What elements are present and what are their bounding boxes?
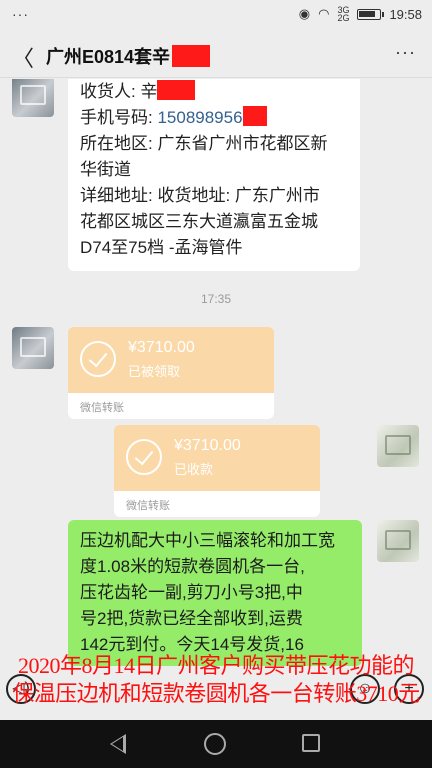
nav-back-icon[interactable] xyxy=(110,734,126,754)
wifi-icon: ◠ xyxy=(318,6,330,21)
check-circle-icon xyxy=(80,341,116,377)
address-message-bubble[interactable]: 收货人: 辛 手机号码: 150898956 所在地区: 广东省广州市花都区新 … xyxy=(68,79,360,271)
status-bar: ··· ◉ ◠ 3G 2G 19:58 xyxy=(0,0,432,30)
nav-recent-apps-icon[interactable] xyxy=(302,734,320,752)
redaction-box xyxy=(242,106,267,126)
chat-header: 〈 广州E0814套辛 ··· xyxy=(0,30,432,78)
nav-home-icon[interactable] xyxy=(204,733,226,755)
back-button[interactable]: 〈 xyxy=(12,41,34,73)
order-message-bubble[interactable]: 压边机配大中小三幅滚轮和加工宽 度1.08米的短款卷圆机各一台, 压花齿轮一副,… xyxy=(68,520,362,666)
overlay-caption: 2020年8月14日广州客户购买带压花功能的 保温压边机和短款卷圆机各一台转账3… xyxy=(12,653,420,706)
clock: 19:58 xyxy=(389,6,422,22)
battery-icon xyxy=(357,8,385,20)
message-timestamp: 17:35 xyxy=(200,292,232,306)
redaction-box xyxy=(172,45,211,67)
chat-area[interactable]: 收货人: 辛 手机号码: 150898956 所在地区: 广东省广州市花都区新 … xyxy=(0,79,432,720)
transfer-footer: 微信转账 xyxy=(114,491,320,517)
transfer-status: 已收款 xyxy=(174,462,214,477)
my-avatar[interactable] xyxy=(377,520,419,562)
transfer-card-collected[interactable]: ¥3710.00 已收款 微信转账 xyxy=(114,425,320,517)
redaction-box xyxy=(157,80,196,100)
phone-link[interactable]: 150898956 xyxy=(157,108,242,127)
more-options-button[interactable]: ··· xyxy=(395,42,416,63)
status-icons: ◉ ◠ 3G 2G 19:58 xyxy=(298,5,422,23)
battery-fill xyxy=(359,10,376,17)
contact-avatar[interactable] xyxy=(12,327,54,369)
notification-dots-icon: ··· xyxy=(12,6,29,22)
system-navigation-bar xyxy=(0,720,432,768)
chat-title: 广州E0814套辛 xyxy=(46,43,211,69)
transfer-status: 已被领取 xyxy=(128,364,181,379)
contact-avatar[interactable] xyxy=(12,79,54,117)
transfer-amount: ¥3710.00 xyxy=(174,437,241,454)
my-avatar[interactable] xyxy=(377,425,419,467)
eye-comfort-icon: ◉ xyxy=(298,6,311,21)
transfer-amount: ¥3710.00 xyxy=(128,339,195,356)
check-circle-icon xyxy=(126,439,162,475)
cellular-signal-icon: 3G 2G xyxy=(337,5,350,23)
transfer-footer: 微信转账 xyxy=(68,393,274,419)
transfer-card-received[interactable]: ¥3710.00 已被领取 微信转账 xyxy=(68,327,274,419)
